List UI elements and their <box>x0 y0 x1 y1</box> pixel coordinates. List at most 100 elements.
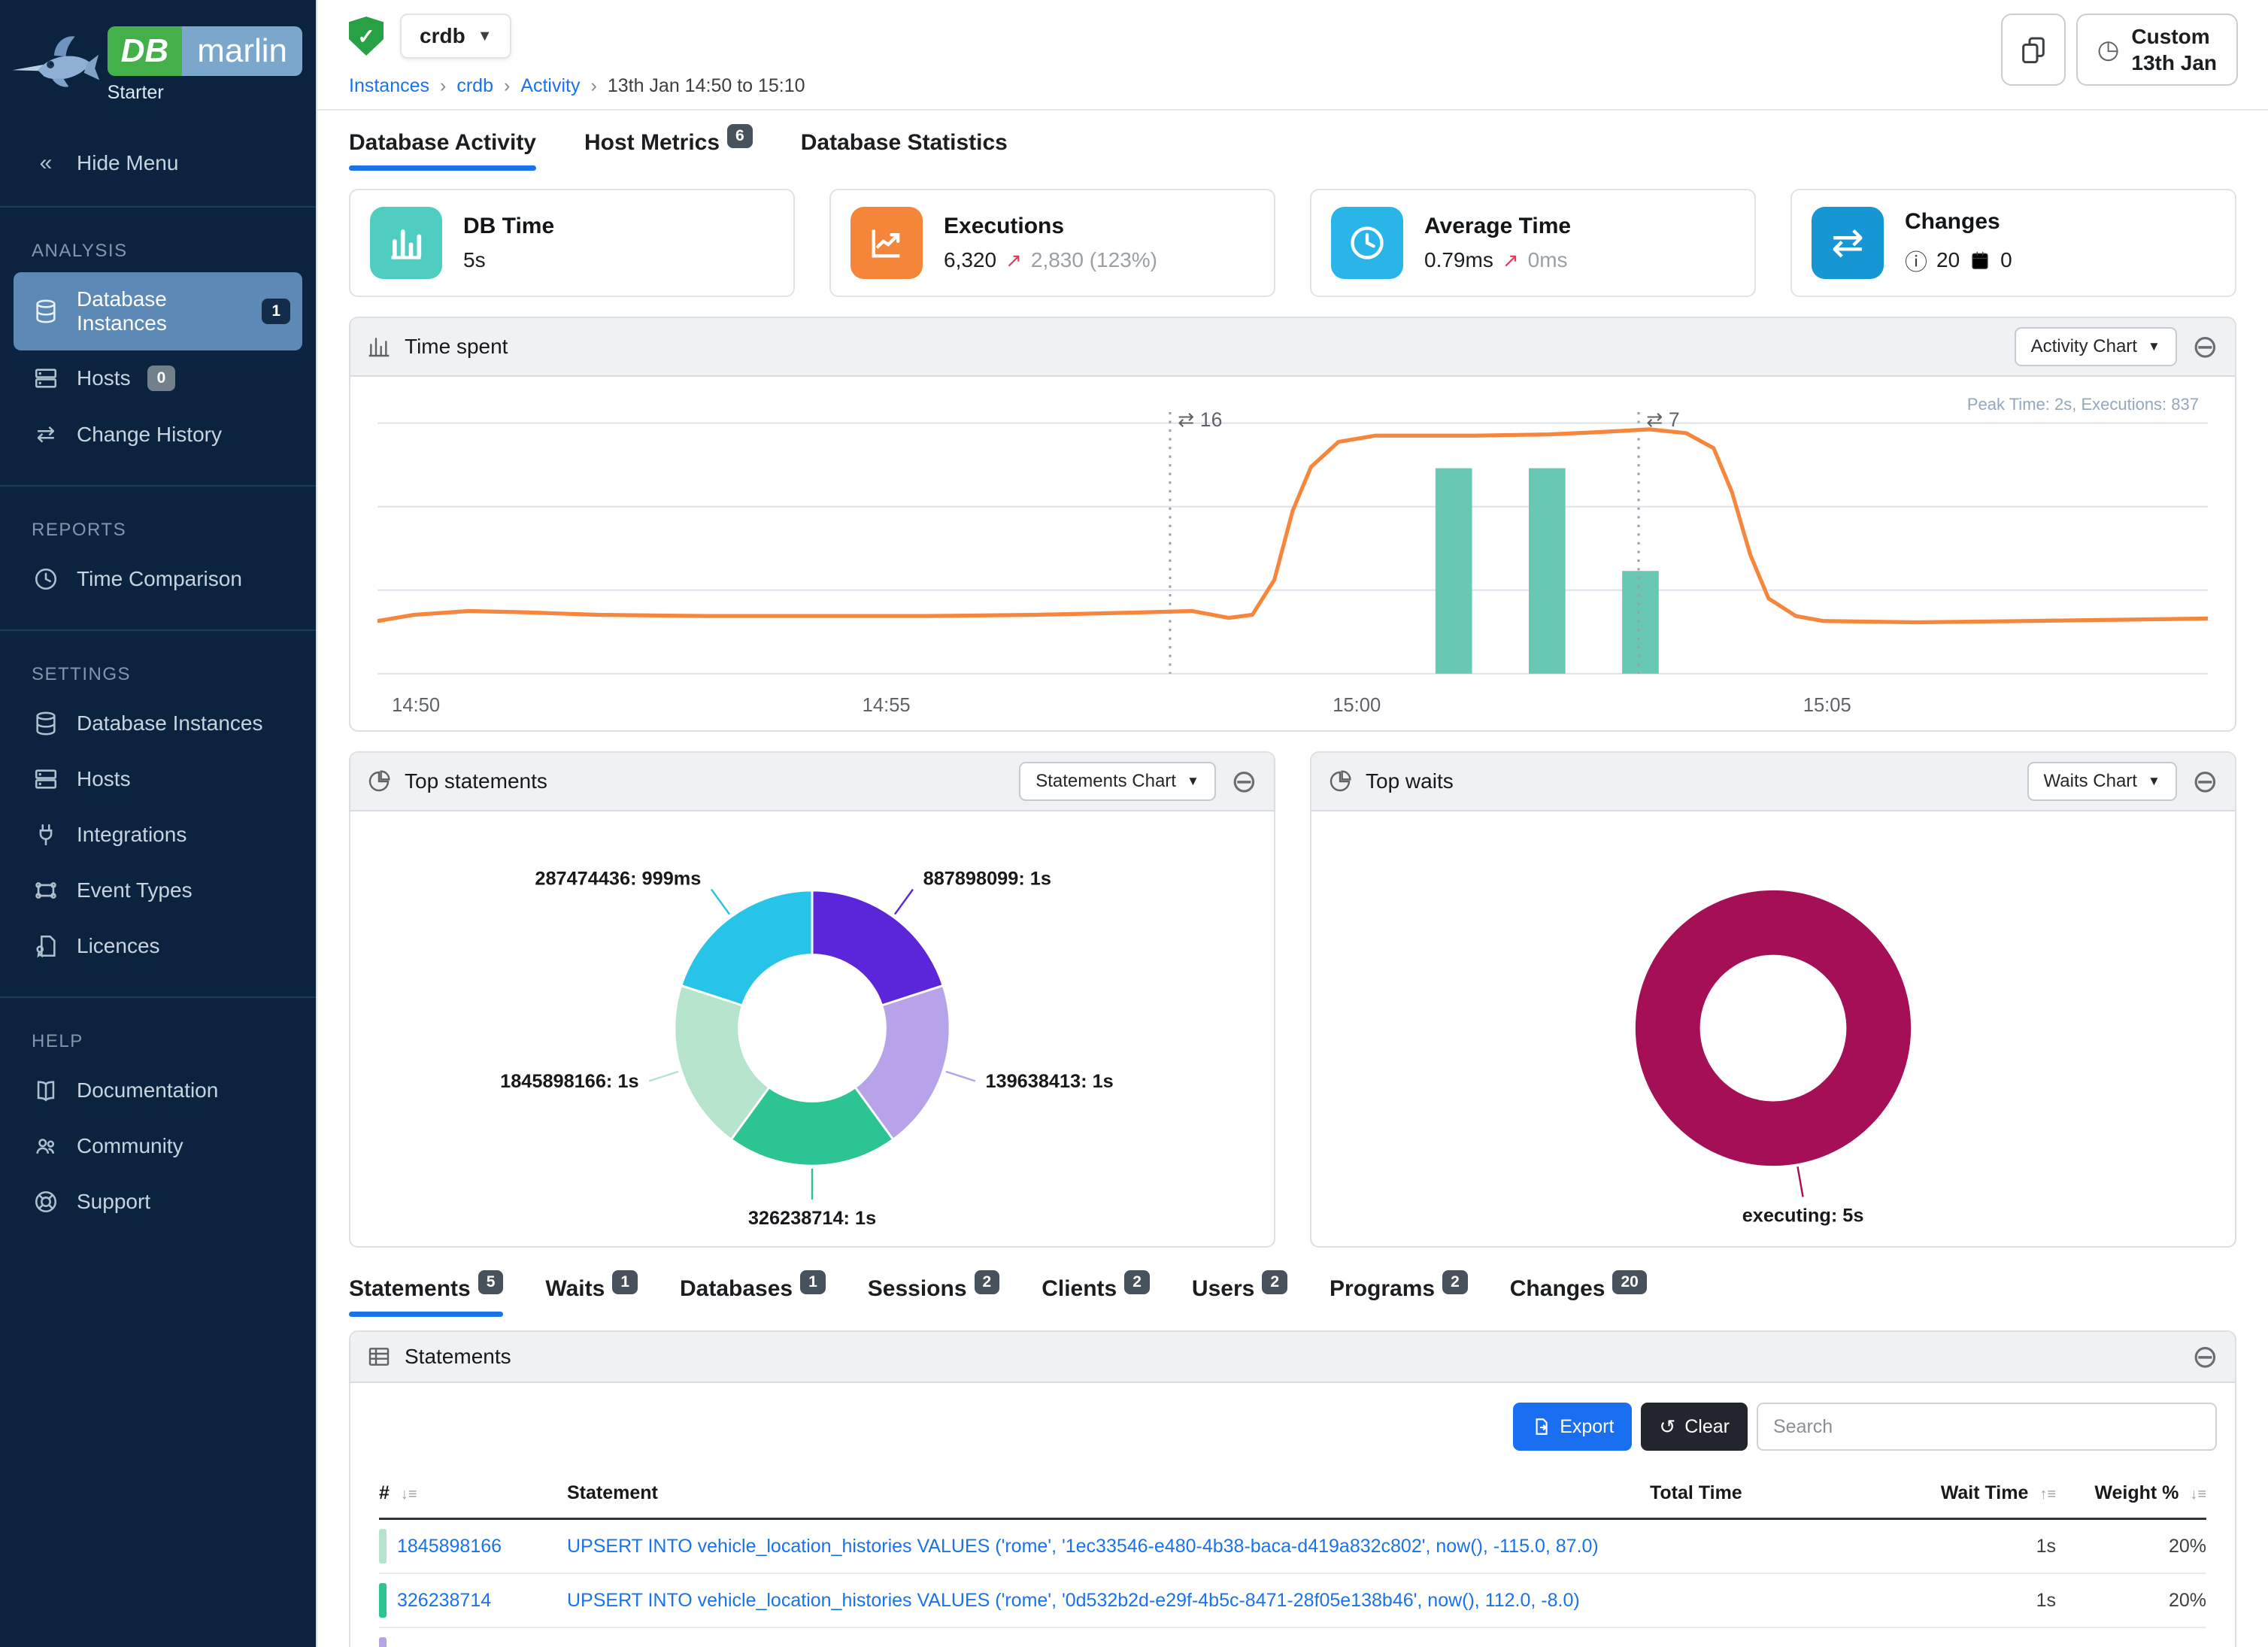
clear-button[interactable]: ↺ Clear <box>1641 1403 1748 1451</box>
instance-name: crdb <box>420 24 465 48</box>
detail-tab-changes[interactable]: Changes20 <box>1510 1276 1647 1317</box>
kpi-card-db-time: DB Time5s <box>349 189 795 297</box>
hide-menu-label: Hide Menu <box>77 151 178 175</box>
sidebar-item-label: Documentation <box>77 1078 218 1103</box>
top-waits-body: executing: 5s <box>1311 811 2235 1246</box>
tab-host-metrics[interactable]: Host Metrics6 <box>584 130 753 171</box>
chevron-down-icon: ▼ <box>478 28 493 45</box>
tab-label: Database Activity <box>349 130 536 156</box>
sidebar-item-integrations[interactable]: Integrations <box>0 807 316 863</box>
statement-sql-link[interactable]: UPSERT INTO vehicle_location_histories V… <box>567 1536 1599 1557</box>
tab-label: Changes <box>1510 1276 1605 1302</box>
collapse-panel-icon[interactable]: ⊖ <box>2192 766 2218 797</box>
sidebar-item-time-comparison[interactable]: Time Comparison <box>0 551 316 607</box>
statement-sql-link[interactable]: SELECT city, id FROM vehicles WHERE city… <box>567 1644 1024 1647</box>
edition-label: Starter <box>108 82 302 104</box>
statement-color-bar <box>379 1637 387 1647</box>
wait-time-value: 1s <box>1808 1627 2056 1647</box>
kpi-title: DB Time <box>463 214 554 239</box>
activity-chart-dropdown[interactable]: Activity Chart▼ <box>2015 327 2177 366</box>
sidebar-item-community[interactable]: Community <box>0 1118 316 1174</box>
search-input[interactable] <box>1757 1403 2217 1451</box>
weight-value: 20% <box>2056 1573 2206 1627</box>
sidebar-item-hosts[interactable]: Hosts0 <box>0 350 316 406</box>
breadcrumb-current: 13th Jan 14:50 to 15:10 <box>608 75 805 96</box>
tab-database-activity[interactable]: Database Activity <box>349 130 536 171</box>
breadcrumb-instances[interactable]: Instances <box>349 75 429 96</box>
col-header-weight-[interactable]: Weight % ↓≡ <box>2056 1470 2206 1519</box>
collapse-panel-icon[interactable]: ⊖ <box>1231 766 1257 797</box>
sidebar-item-database-instances[interactable]: Database Instances <box>0 696 316 751</box>
sidebar-item-event-types[interactable]: Event Types <box>0 863 316 918</box>
sidebar-item-label: Hosts <box>77 366 131 390</box>
peak-note: Peak Time: 2s, Executions: 837 <box>1967 395 2199 414</box>
detail-tab-statements[interactable]: Statements5 <box>349 1276 503 1317</box>
time-spent-panel: Time spent Activity Chart▼ ⊖ Peak Time: … <box>349 317 2236 732</box>
svg-text:⇄ 7: ⇄ 7 <box>1646 408 1679 431</box>
top-statements-donut[interactable]: 887898099: 1s139638413: 1s326238714: 1s1… <box>358 816 1266 1242</box>
sidebar-item-label: Hosts <box>77 767 131 791</box>
tab-badge: 6 <box>727 124 753 148</box>
sidebar-item-hosts[interactable]: Hosts <box>0 751 316 807</box>
app-logo[interactable]: DB marlin Starter <box>0 0 316 123</box>
logo-text: DB marlin Starter <box>108 26 302 104</box>
breadcrumb-crdb[interactable]: crdb <box>456 75 493 96</box>
collapse-panel-icon[interactable]: ⊖ <box>2192 1341 2218 1372</box>
time-spent-chart[interactable]: ⇄ 16⇄ 714:5014:5515:0015:05 <box>377 396 2208 727</box>
statements-toolbar: Export ↺ Clear <box>350 1383 2235 1466</box>
statement-id-link[interactable]: 326238714 <box>397 1590 491 1612</box>
tab-label: Statements <box>349 1276 471 1302</box>
logo-db-badge: DB <box>108 26 183 76</box>
kpi-cal-count: 0 <box>2000 248 2012 272</box>
sidebar-section-settings: SETTINGS <box>0 631 316 696</box>
sidebar-item-label: Licences <box>77 934 160 958</box>
clear-label: Clear <box>1684 1416 1730 1438</box>
sidebar-item-label: Event Types <box>77 878 193 902</box>
clock-icon <box>32 566 60 592</box>
col-header--[interactable]: # ↓≡ <box>379 1470 567 1519</box>
breadcrumb-activity[interactable]: Activity <box>520 75 580 96</box>
export-button[interactable]: Export <box>1513 1403 1632 1451</box>
detail-tab-databases[interactable]: Databases1 <box>680 1276 826 1317</box>
collapse-panel-icon[interactable]: ⊖ <box>2192 331 2218 362</box>
sidebar-item-support[interactable]: Support <box>0 1174 316 1230</box>
statement-id-link[interactable]: 1845898166 <box>397 1536 502 1558</box>
statements-title: Statements <box>405 1345 511 1369</box>
wait-time-value: 1s <box>1808 1573 2056 1627</box>
top-statements-panel: Top statements Statements Chart▼ ⊖ 88789… <box>349 751 1275 1248</box>
kpi-main-value: 6,320 <box>944 248 996 272</box>
top-waits-donut[interactable]: executing: 5s <box>1319 816 2227 1242</box>
tab-database-statistics[interactable]: Database Statistics <box>801 130 1008 171</box>
statement-id-link[interactable]: 139638413 <box>397 1644 491 1647</box>
time-range-button[interactable]: ◷ Custom 13th Jan <box>2076 14 2238 86</box>
col-header-wait-time[interactable]: Wait Time ↑≡ <box>1808 1470 2056 1519</box>
main-tabs: Database Activity Host Metrics6 Database S… <box>317 111 2268 171</box>
detail-tab-users[interactable]: Users2 <box>1192 1276 1287 1317</box>
sidebar-item-documentation[interactable]: Documentation <box>0 1063 316 1118</box>
copy-button[interactable] <box>2001 14 2066 86</box>
statement-sql-link[interactable]: UPSERT INTO vehicle_location_histories V… <box>567 1590 1580 1611</box>
statements-table-header: # ↓≡StatementTotal TimeWait Time ↑≡Weigh… <box>379 1470 2206 1519</box>
svg-text:⇄ 16: ⇄ 16 <box>1178 408 1222 431</box>
top-statements-header: Top statements Statements Chart▼ ⊖ <box>350 753 1274 811</box>
detail-tab-sessions[interactable]: Sessions2 <box>868 1276 999 1317</box>
breadcrumb: Instances›crdb›Activity›13th Jan 14:50 t… <box>349 75 805 97</box>
detail-tab-clients[interactable]: Clients2 <box>1042 1276 1150 1317</box>
calendar-icon <box>1969 249 1991 271</box>
waits-chart-dropdown[interactable]: Waits Chart▼ <box>2027 762 2177 801</box>
instance-selector-button[interactable]: crdb ▼ <box>400 14 511 59</box>
weight-value: 20% <box>2056 1627 2206 1647</box>
topbar-left: ✓ crdb ▼ Instances›crdb›Activity›13th Ja… <box>349 14 805 102</box>
range-line2: 13th Jan <box>2131 50 2217 76</box>
sidebar-item-change-history[interactable]: ⇄Change History <box>0 406 316 463</box>
table-row: 139638413 SELECT city, id FROM vehicles W… <box>379 1627 2206 1647</box>
detail-tab-waits[interactable]: Waits1 <box>545 1276 638 1317</box>
copy-icon <box>2018 35 2048 65</box>
detail-tab-programs[interactable]: Programs2 <box>1330 1276 1468 1317</box>
sidebar-item-licences[interactable]: Licences <box>0 918 316 974</box>
sidebar-item-database-instances[interactable]: Database Instances1 <box>14 272 302 350</box>
statements-chart-dropdown[interactable]: Statements Chart▼ <box>1019 762 1216 801</box>
tab-label: Databases <box>680 1276 793 1302</box>
hide-menu-button[interactable]: « Hide Menu <box>0 123 316 208</box>
main-content: ✓ crdb ▼ Instances›crdb›Activity›13th Ja… <box>316 0 2268 1647</box>
